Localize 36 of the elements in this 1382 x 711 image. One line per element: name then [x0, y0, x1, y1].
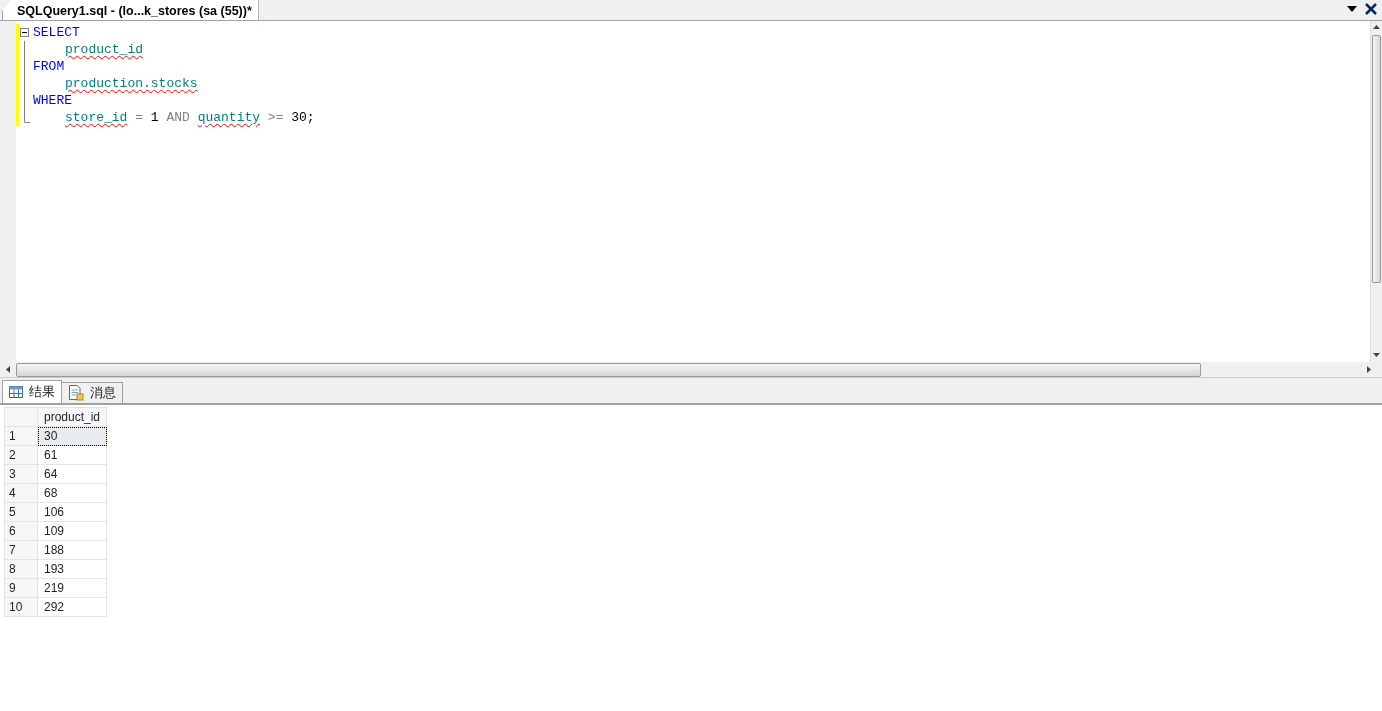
sql-operator: AND [166, 110, 190, 125]
sql-operator: = [135, 110, 144, 125]
table-cell[interactable]: 188 [37, 540, 107, 560]
results-tab[interactable]: 结果 [2, 380, 62, 403]
table-cell[interactable]: 64 [37, 464, 107, 484]
scroll-up-icon[interactable] [1373, 25, 1380, 29]
sql-identifier: production.stocks [65, 76, 198, 91]
table-cell[interactable]: 106 [37, 502, 107, 522]
table-cell[interactable]: 109 [37, 521, 107, 541]
column-header[interactable]: product_id [37, 407, 107, 427]
sql-identifier: quantity [197, 110, 261, 125]
sql-keyword: SELECT [33, 25, 80, 40]
sql-identifier: store_id [65, 110, 128, 125]
sql-identifier: product_id [65, 42, 143, 57]
dropdown-icon[interactable] [1347, 6, 1357, 12]
sql-operator: >= [267, 110, 284, 125]
sql-number: 30; [291, 110, 315, 125]
scroll-down-icon[interactable] [1373, 353, 1380, 357]
grid-icon [9, 386, 23, 398]
results-tab[interactable]: 消息 [61, 382, 123, 403]
document-tab[interactable]: SQLQuery1.sql - (lo...k_stores (sa (55))* [2, 0, 259, 20]
table-cell[interactable]: 219 [37, 578, 107, 598]
table-cell[interactable]: 193 [37, 559, 107, 579]
sql-keyword: WHERE [33, 93, 72, 108]
collapse-icon[interactable] [20, 28, 29, 37]
horizontal-scrollbar[interactable] [0, 362, 1382, 378]
table-cell[interactable]: 68 [37, 483, 107, 503]
document-icon [68, 385, 84, 401]
sql-keyword: FROM [33, 59, 65, 74]
table-cell[interactable]: 61 [37, 445, 107, 465]
table-cell[interactable]: 292 [37, 597, 107, 617]
scroll-left-icon[interactable] [6, 366, 10, 373]
vertical-scrollbar[interactable] [1370, 21, 1382, 362]
scroll-right-icon[interactable] [1367, 366, 1371, 373]
sql-number: 1 [150, 110, 159, 125]
close-icon[interactable] [1365, 3, 1377, 15]
